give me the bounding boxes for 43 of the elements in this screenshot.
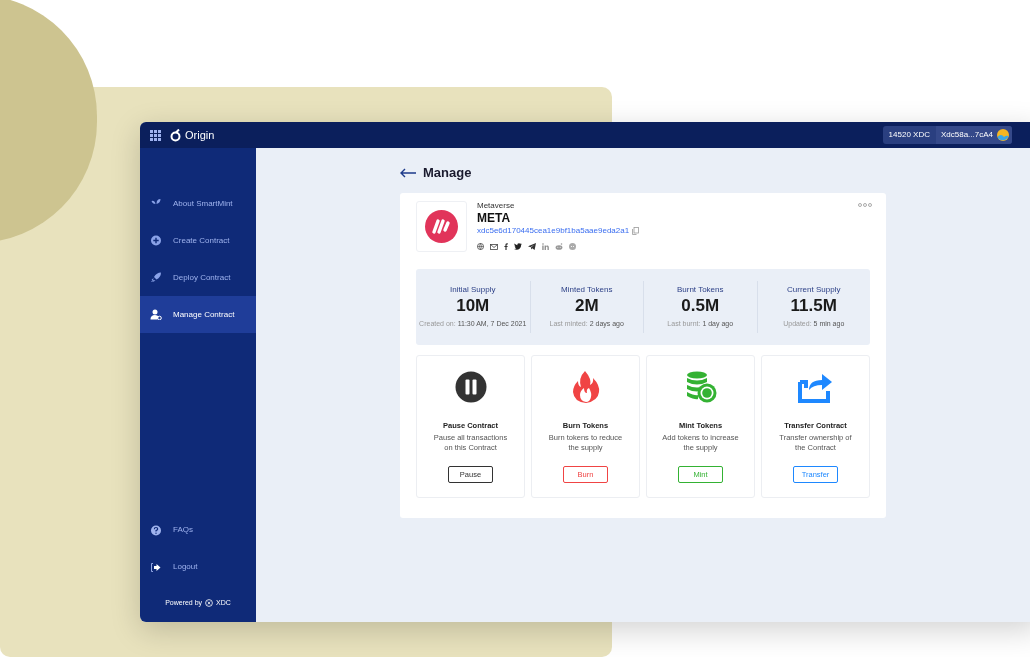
xdc-logo-icon xyxy=(205,598,214,607)
sidebar-item[interactable]: About SmartMint xyxy=(140,185,256,222)
reddit-icon[interactable] xyxy=(555,243,563,250)
rocket-icon xyxy=(150,272,162,283)
page-title: Manage xyxy=(423,164,472,183)
sidebar-item[interactable]: FAQs xyxy=(140,511,256,549)
share-arrow-icon xyxy=(797,371,834,403)
plus-circle-icon xyxy=(150,235,162,246)
wallet-button[interactable]: Xdc58a...7cA4 xyxy=(935,126,1012,144)
coins-icon xyxy=(684,371,717,403)
stat-value: 10M xyxy=(456,295,490,316)
balance: 14520 XDC xyxy=(887,129,931,141)
logo-icon xyxy=(170,128,181,142)
telegram-icon[interactable] xyxy=(528,243,536,250)
stat-value: 2M xyxy=(574,295,599,316)
token-logo-icon xyxy=(425,210,458,243)
sidebar-item[interactable]: Create Contract xyxy=(140,222,256,259)
stat-value: 0.5M xyxy=(681,295,720,316)
back-arrow-icon[interactable] xyxy=(400,168,417,178)
sidebar-item[interactable]: Logout xyxy=(140,548,256,586)
avatar-icon xyxy=(997,129,1009,141)
logout-icon xyxy=(150,561,162,573)
stat-label: Minted Tokens xyxy=(561,284,613,295)
help-icon xyxy=(150,524,162,536)
stat-label: Initial Supply xyxy=(450,284,496,295)
sidebar-item[interactable]: Manage Contract xyxy=(140,296,256,333)
globe-icon[interactable] xyxy=(477,243,484,250)
stat-label: Burnt Tokens xyxy=(676,284,724,295)
brand-name: Origin xyxy=(185,127,215,143)
stat-value: 11.5M xyxy=(790,295,837,316)
twitter-icon[interactable] xyxy=(514,243,522,250)
pause-icon xyxy=(454,371,487,403)
sidebar-item[interactable]: Deploy Contract xyxy=(140,259,256,296)
apps-grid-icon[interactable] xyxy=(150,129,161,141)
facebook-icon[interactable] xyxy=(504,243,508,250)
stat-label: Current Supply xyxy=(787,284,841,295)
contract-address-link[interactable]: xdc5e6d170445cea1e9bf1ba5aae9eda2a1 xyxy=(477,225,630,236)
token-symbol: META xyxy=(477,211,512,225)
linkedin-icon[interactable] xyxy=(542,243,549,250)
token-category: Metaverse xyxy=(477,201,516,211)
flame-icon xyxy=(571,371,600,403)
mail-icon[interactable] xyxy=(490,243,498,250)
user-gear-icon xyxy=(150,309,162,320)
